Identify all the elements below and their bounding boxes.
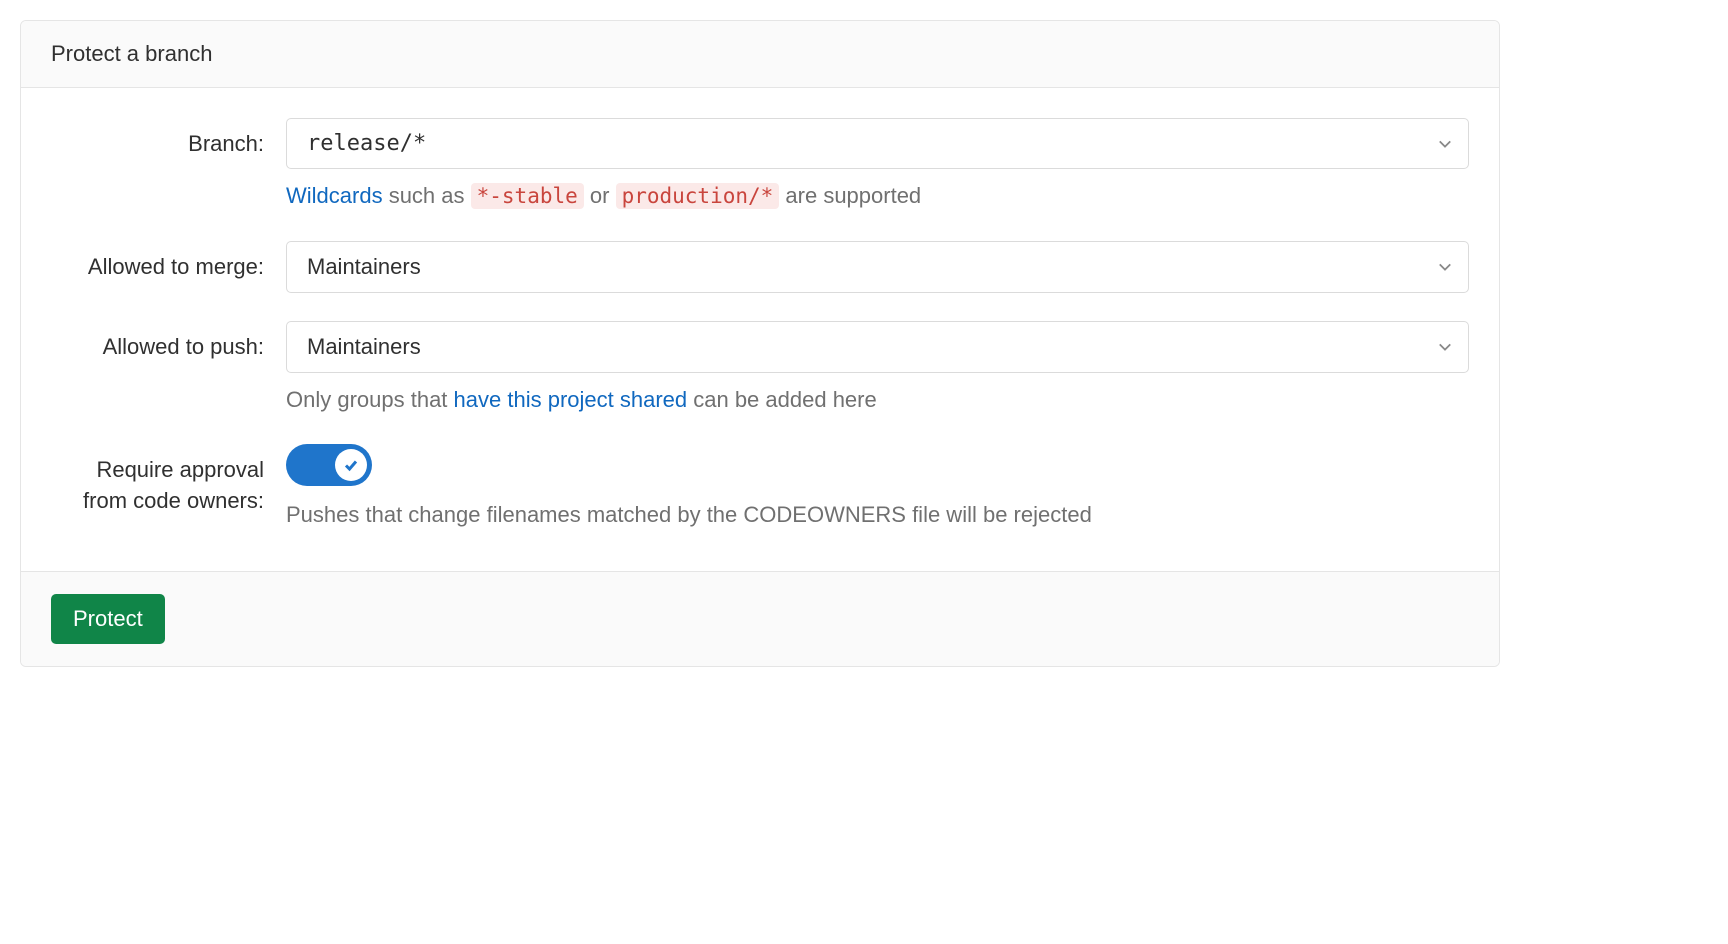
row-branch: Branch: release/* Wildcards such as *-st…: [51, 118, 1469, 213]
project-shared-link[interactable]: have this project shared: [454, 387, 688, 412]
chevron-down-icon: [1438, 260, 1452, 274]
hint-text: Only groups that: [286, 387, 454, 412]
check-icon: [343, 457, 359, 473]
wildcard-example-1: *-stable: [471, 183, 584, 209]
allowed-merge-value: Maintainers: [307, 254, 421, 280]
label-allowed-merge: Allowed to merge:: [51, 241, 286, 283]
allowed-push-value: Maintainers: [307, 334, 421, 360]
control-allowed-push: Maintainers Only groups that have this p…: [286, 321, 1469, 416]
hint-text: are supported: [779, 183, 921, 208]
card-body: Branch: release/* Wildcards such as *-st…: [21, 88, 1499, 571]
wildcard-example-2: production/*: [616, 183, 780, 209]
row-codeowners: Require approval from code owners: Pushe…: [51, 444, 1469, 531]
card-header: Protect a branch: [21, 21, 1499, 88]
chevron-down-icon: [1438, 340, 1452, 354]
control-allowed-merge: Maintainers: [286, 241, 1469, 293]
card-title: Protect a branch: [51, 41, 212, 66]
push-hint: Only groups that have this project share…: [286, 383, 1469, 416]
wildcards-link[interactable]: Wildcards: [286, 183, 383, 208]
allowed-merge-select[interactable]: Maintainers: [286, 241, 1469, 293]
branch-hint: Wildcards such as *-stable or production…: [286, 179, 1469, 213]
toggle-knob: [335, 449, 367, 481]
protect-branch-card: Protect a branch Branch: release/* Wildc…: [20, 20, 1500, 667]
row-allowed-push: Allowed to push: Maintainers Only groups…: [51, 321, 1469, 416]
card-footer: Protect: [21, 571, 1499, 666]
branch-select-value: release/*: [307, 131, 426, 156]
codeowners-hint: Pushes that change filenames matched by …: [286, 498, 1469, 531]
codeowners-toggle[interactable]: [286, 444, 372, 486]
protect-button[interactable]: Protect: [51, 594, 165, 644]
control-branch: release/* Wildcards such as *-stable or …: [286, 118, 1469, 213]
allowed-push-select[interactable]: Maintainers: [286, 321, 1469, 373]
label-codeowners: Require approval from code owners:: [51, 444, 286, 518]
label-branch: Branch:: [51, 118, 286, 160]
hint-text: or: [584, 183, 616, 208]
hint-text: such as: [383, 183, 471, 208]
branch-select[interactable]: release/*: [286, 118, 1469, 169]
label-allowed-push: Allowed to push:: [51, 321, 286, 363]
control-codeowners: Pushes that change filenames matched by …: [286, 444, 1469, 531]
hint-text: can be added here: [687, 387, 877, 412]
chevron-down-icon: [1438, 137, 1452, 151]
row-allowed-merge: Allowed to merge: Maintainers: [51, 241, 1469, 293]
